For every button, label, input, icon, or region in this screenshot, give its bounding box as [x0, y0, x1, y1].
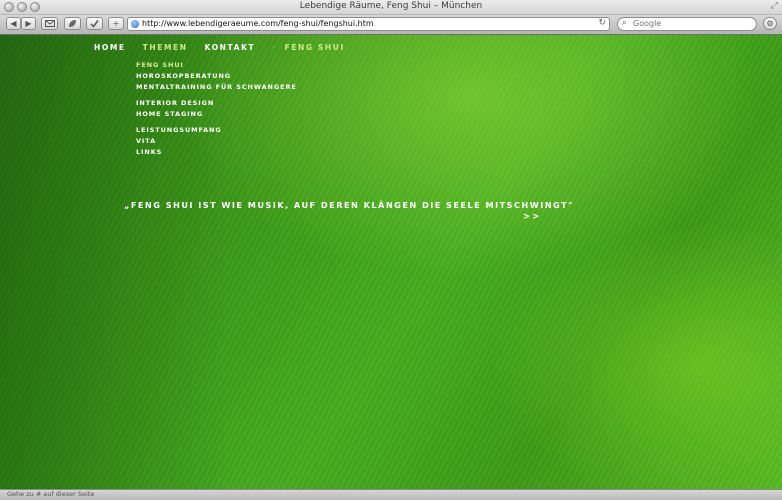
settings-button[interactable]: ⚙ — [763, 17, 777, 30]
submenu-item-home-staging[interactable]: HOME STAGING — [136, 109, 297, 120]
search-icon: ⌕ — [622, 18, 628, 28]
search-field[interactable]: ⌕ — [617, 17, 757, 31]
fullscreen-icon[interactable]: ⤢ — [771, 1, 778, 11]
nav-themen[interactable]: THEMEN — [143, 43, 188, 52]
globe-icon — [131, 20, 139, 28]
forward-button[interactable]: ▶ — [21, 17, 36, 30]
window-title: Lebendige Räume, Feng Shui – München — [299, 1, 483, 11]
nav-separator: · — [272, 43, 275, 52]
submenu: FENG SHUI HOROSKOPBERATUNG MENTALTRAININ… — [136, 60, 297, 158]
nav-kontakt[interactable]: KONTAKT — [205, 43, 256, 52]
reload-icon[interactable]: ↻ — [598, 18, 606, 28]
submenu-item-vita[interactable]: VITA — [136, 136, 297, 147]
checklist-button[interactable] — [86, 17, 103, 30]
nav-current-page: FENG SHUI — [284, 43, 345, 52]
page-quote: „FENG SHUI IST WIE MUSIK, AUF DEREN KLÄN… — [124, 200, 574, 210]
submenu-item-mentaltraining[interactable]: MENTALTRAINING FÜR SCHWANGERE — [136, 82, 297, 93]
add-icon: + — [112, 19, 120, 28]
back-arrow-icon: ◀ — [10, 19, 17, 28]
submenu-item-interior-design[interactable]: INTERIOR DESIGN — [136, 98, 297, 109]
back-button[interactable]: ◀ — [6, 17, 21, 30]
submenu-item-leistungsumfang[interactable]: LEISTUNGSUMFANG — [136, 125, 297, 136]
forward-arrow-icon: ▶ — [25, 19, 32, 28]
mail-button[interactable] — [41, 17, 58, 30]
gear-icon: ⚙ — [766, 19, 774, 28]
checklist-icon — [90, 20, 99, 28]
add-bookmark-button[interactable]: + — [108, 17, 124, 30]
page-viewport: HOME THEMEN KONTAKT · FENG SHUI FENG SHU… — [0, 35, 782, 489]
more-link[interactable]: >> — [523, 212, 541, 222]
leaf-button[interactable] — [64, 17, 81, 30]
mail-icon — [44, 20, 55, 27]
nav-home[interactable]: HOME — [94, 43, 126, 52]
main-navigation: HOME THEMEN KONTAKT · FENG SHUI — [94, 43, 345, 52]
search-input[interactable] — [633, 19, 751, 28]
submenu-item-feng-shui[interactable]: FENG SHUI — [136, 60, 297, 71]
submenu-item-links[interactable]: LINKS — [136, 147, 297, 158]
status-text: Gehe zu # auf dieser Seite — [7, 490, 95, 498]
url-text[interactable]: http://www.lebendigeraeume.com/feng-shui… — [142, 19, 374, 28]
submenu-item-horoskopberatung[interactable]: HOROSKOPBERATUNG — [136, 71, 297, 82]
window-titlebar: Lebendige Räume, Feng Shui – München ⤢ — [0, 0, 782, 15]
address-bar[interactable]: http://www.lebendigeraeume.com/feng-shui… — [127, 17, 610, 31]
browser-toolbar: ◀ ▶ + http://www.lebendigeraeume.com/fen… — [0, 15, 782, 35]
status-bar: Gehe zu # auf dieser Seite — [0, 489, 782, 500]
leaf-icon — [69, 20, 76, 27]
